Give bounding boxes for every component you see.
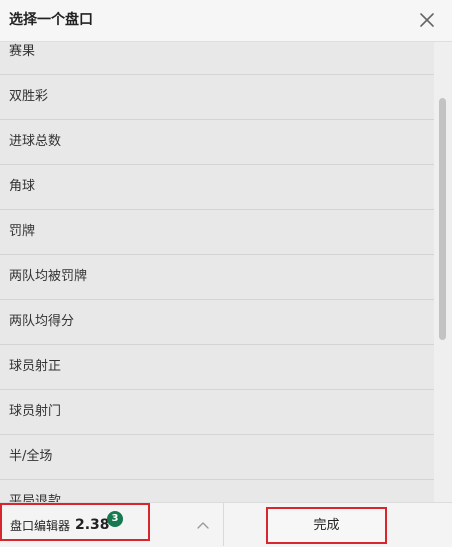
market-list-item[interactable]: 角球	[0, 165, 434, 210]
market-list-item-label: 半/全场	[9, 449, 53, 464]
market-list-item[interactable]: 球员射正	[0, 345, 434, 390]
scrollbar-track[interactable]	[436, 42, 452, 502]
market-list-item-label: 两队均被罚牌	[9, 269, 88, 284]
bet-footer: 盘口编辑器 2.38 3 完成	[0, 502, 452, 547]
market-list-item-label: 球员射门	[9, 404, 62, 419]
market-list-item[interactable]: 进球总数	[0, 120, 434, 165]
market-list-item[interactable]: 两队均被罚牌	[0, 255, 434, 300]
market-list-item-label: 罚牌	[9, 224, 36, 239]
market-editor-button[interactable]: 盘口编辑器 2.38 3	[0, 503, 150, 541]
market-list-item[interactable]: 罚牌	[0, 210, 434, 255]
market-list-item[interactable]: 双胜彩	[0, 75, 434, 120]
market-list-item[interactable]: 球员射门	[0, 390, 434, 435]
market-editor-odds: 2.38	[75, 517, 110, 533]
market-list-item-label: 角球	[9, 179, 36, 194]
market-editor-label: 盘口编辑器	[10, 519, 71, 533]
modal-title: 选择一个盘口	[9, 12, 93, 28]
market-list-item-label: 平局退款	[9, 494, 62, 502]
market-list-item-label: 两队均得分	[9, 314, 75, 329]
market-list-item-label: 球员射正	[9, 359, 62, 374]
market-list-item[interactable]: 平局退款	[0, 480, 434, 502]
chevron-up-icon[interactable]	[196, 520, 210, 530]
close-icon[interactable]	[418, 11, 436, 29]
market-list-inner: 赛果双胜彩进球总数角球罚牌两队均被罚牌 两队均得分球员射正球员射门半/全场平局退款	[0, 42, 434, 502]
footer-divider	[223, 503, 224, 546]
scrollbar-thumb[interactable]	[439, 98, 446, 340]
modal-header: 选择一个盘口	[0, 0, 452, 42]
market-list-item-label: 进球总数	[9, 134, 62, 149]
market-list-item[interactable]: 半/全场	[0, 435, 434, 480]
market-list-item[interactable]: 两队均得分	[0, 300, 434, 345]
market-list-item-label: 赛果	[9, 44, 36, 59]
market-list[interactable]: 赛果双胜彩进球总数角球罚牌两队均被罚牌 两队均得分球员射正球员射门半/全场平局退款	[0, 42, 434, 502]
selection-count-badge: 3	[107, 511, 123, 527]
market-list-item-label: 双胜彩	[9, 89, 49, 104]
market-list-item[interactable]: 赛果	[0, 42, 434, 75]
done-button[interactable]: 完成	[266, 507, 387, 544]
